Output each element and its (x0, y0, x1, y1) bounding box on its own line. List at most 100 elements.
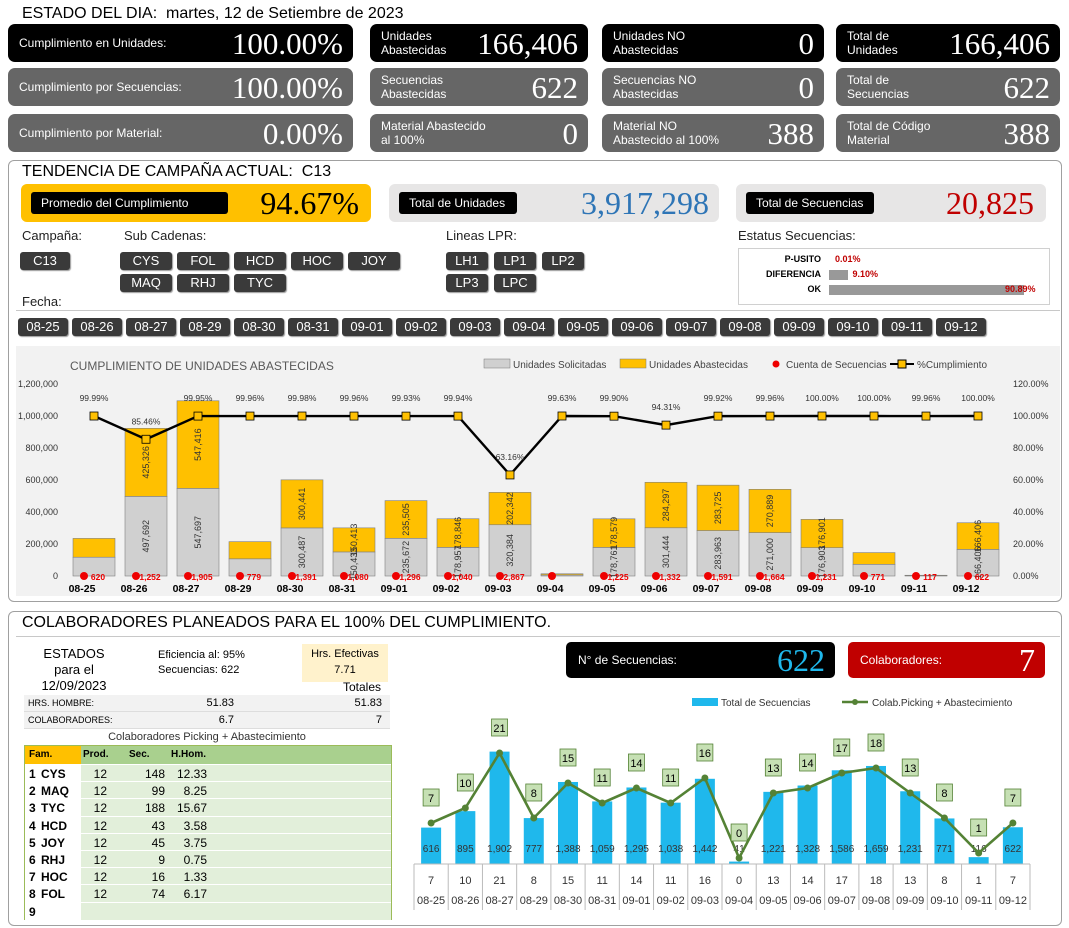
seq-dot (80, 572, 88, 580)
fecha-chip-08-29[interactable]: 08-29 (180, 318, 230, 336)
lpr-chip-lp1[interactable]: LP1 (494, 252, 536, 270)
subcadena-chip-joy[interactable]: JOY (348, 252, 400, 270)
pct-marker (609, 411, 619, 421)
fecha-chip-09-09[interactable]: 09-09 (774, 318, 824, 336)
seq-dot (964, 572, 972, 580)
colab-title: COLABORADORES PLANEADOS PARA EL 100% DEL… (22, 614, 552, 631)
fecha-chip-09-11[interactable]: 09-11 (882, 318, 932, 336)
kpi-label: Secuencias Abastecidas (381, 73, 447, 101)
lpr-chip-lpc[interactable]: LPC (494, 274, 536, 292)
kpi-value: 388 (1003, 116, 1051, 151)
promedio-value: 94.67% (260, 185, 359, 221)
x-tick-label: 09-08 (745, 583, 772, 595)
x-tick-label: 09-01 (381, 583, 408, 595)
fecha-chip-08-30[interactable]: 08-30 (234, 318, 284, 336)
seq-bar (968, 857, 989, 864)
fecha-chip-09-06[interactable]: 09-06 (612, 318, 662, 336)
colab-cell: 43 (151, 818, 165, 833)
lpr-chip-lh1[interactable]: LH1 (446, 252, 488, 270)
x-tick-label: 09-10 (930, 895, 958, 907)
fecha-chip-09-04[interactable]: 09-04 (504, 318, 554, 336)
bar-label-solicitadas: 497,692 (141, 520, 151, 553)
colab-cell: 3 (29, 801, 36, 816)
fecha-chip-09-10[interactable]: 09-10 (828, 318, 878, 336)
subcadena-chip-hcd[interactable]: HCD (234, 252, 286, 270)
colab-cell: 9 (158, 853, 165, 867)
pct-marker (557, 411, 567, 421)
colab-value-label: 14 (801, 758, 813, 770)
lpr-chip-lp2[interactable]: LP2 (542, 252, 584, 270)
y-tick-label: 400,000 (25, 507, 58, 517)
fecha-chip-09-02[interactable]: 09-02 (396, 318, 446, 336)
seq-label: 771 (871, 572, 885, 582)
pct-marker (245, 411, 255, 421)
kpi-value: 100.00% (231, 26, 343, 61)
fecha-chip-09-08[interactable]: 09-08 (720, 318, 770, 336)
colab-table-row: 2 MAQ 12 99 8.25 (25, 781, 391, 800)
bar-label-abastecidas: 178,579 (609, 517, 619, 550)
kpi-card: Cumplimiento por Material: 0.00% (8, 114, 353, 152)
subcadena-chip-tyc[interactable]: TYC (234, 274, 286, 292)
lpr-label: Lineas LPR: (446, 228, 517, 243)
colab-chart: Total de Secuencias Colab.Picking + Abast… (413, 698, 1031, 910)
colab-header-cell: Prod. (83, 749, 109, 760)
colab-table: Fam. Prod. Sec. H.Hom. 1 CYS 12 148 12.33 2 MAQ 12 9… (24, 745, 392, 920)
estatus-name: P-USITO (784, 254, 821, 264)
kpi-value: 622 (531, 70, 579, 105)
colab-cell: 16 (151, 870, 165, 885)
colab-value-label: 10 (459, 778, 471, 790)
kpi-card: Unidades Abastecidas 166,406 (370, 24, 588, 62)
colab-value-label: 7 (1010, 793, 1016, 805)
kpi-label: Material NO Abastecido al 100% (613, 119, 720, 147)
subcadena-chip-fol[interactable]: FOL (177, 252, 229, 270)
nseq-value: 622 (777, 642, 825, 678)
x-tick-label: 09-04 (537, 583, 564, 595)
x-tick-label: 09-05 (759, 895, 787, 907)
seq-bar-label: 1,038 (658, 844, 683, 855)
fecha-chip-09-07[interactable]: 09-07 (666, 318, 716, 336)
y2-tick-label: 20.00% (1013, 539, 1044, 549)
kpi-card: Material NO Abastecido al 100% 388 (602, 114, 824, 152)
pct-label: 100.00% (805, 393, 839, 403)
x-tick-label: 08-25 (69, 583, 96, 595)
colab-value-label: 11 (665, 773, 676, 785)
pct-label: 99.93% (392, 393, 421, 403)
subcadena-chip-maq[interactable]: MAQ (120, 274, 172, 292)
estatus-bar (829, 285, 1024, 295)
colab-cell: 6.17 (183, 887, 207, 902)
pct-label: 99.96% (340, 393, 369, 403)
divider (16, 310, 1060, 311)
subcadena-chip-rhj[interactable]: RHJ (177, 274, 229, 292)
subcadena-chip-cys[interactable]: CYS (120, 252, 172, 270)
pct-marker (921, 411, 931, 421)
colab-card: Colaboradores: 7 (848, 642, 1045, 678)
colab-value-label: 0 (736, 828, 742, 840)
x-tick-label: 09-07 (693, 583, 720, 595)
kpi-card: Secuencias NO Abastecidas 0 (602, 68, 824, 106)
fecha-chip-08-31[interactable]: 08-31 (288, 318, 338, 336)
lpr-chip-lp3[interactable]: LP3 (446, 274, 488, 292)
fecha-chip-08-25[interactable]: 08-25 (18, 318, 68, 336)
colab-marker (632, 784, 640, 792)
pct-marker (401, 411, 411, 421)
colab-table-row: 7 HOC 12 16 1.33 (25, 867, 391, 886)
seq-label: 1,252 (139, 572, 161, 582)
fecha-chip-09-01[interactable]: 09-01 (342, 318, 392, 336)
seq-label: 1,296 (399, 572, 421, 582)
fecha-chip-09-05[interactable]: 09-05 (558, 318, 608, 336)
pct-marker (141, 434, 151, 444)
colab-value-label: 21 (493, 723, 505, 735)
kpi-card: Secuencias Abastecidas 622 (370, 68, 588, 106)
x-tick-label: 09-04 (725, 895, 753, 907)
bar-label-abastecidas: 176,901 (817, 517, 827, 550)
colab-cell: 3.58 (183, 818, 207, 833)
colab-count-label: 21 (493, 875, 505, 887)
fecha-chip-08-26[interactable]: 08-26 (72, 318, 122, 336)
fecha-chip-08-27[interactable]: 08-27 (126, 318, 176, 336)
pct-marker (453, 411, 463, 421)
subcadena-chip-hoc[interactable]: HOC (291, 252, 343, 270)
fecha-chip-09-03[interactable]: 09-03 (450, 318, 500, 336)
fecha-chip-09-12[interactable]: 09-12 (936, 318, 986, 336)
pct-marker (869, 411, 879, 421)
campana-chip-c13[interactable]: C13 (20, 252, 70, 270)
